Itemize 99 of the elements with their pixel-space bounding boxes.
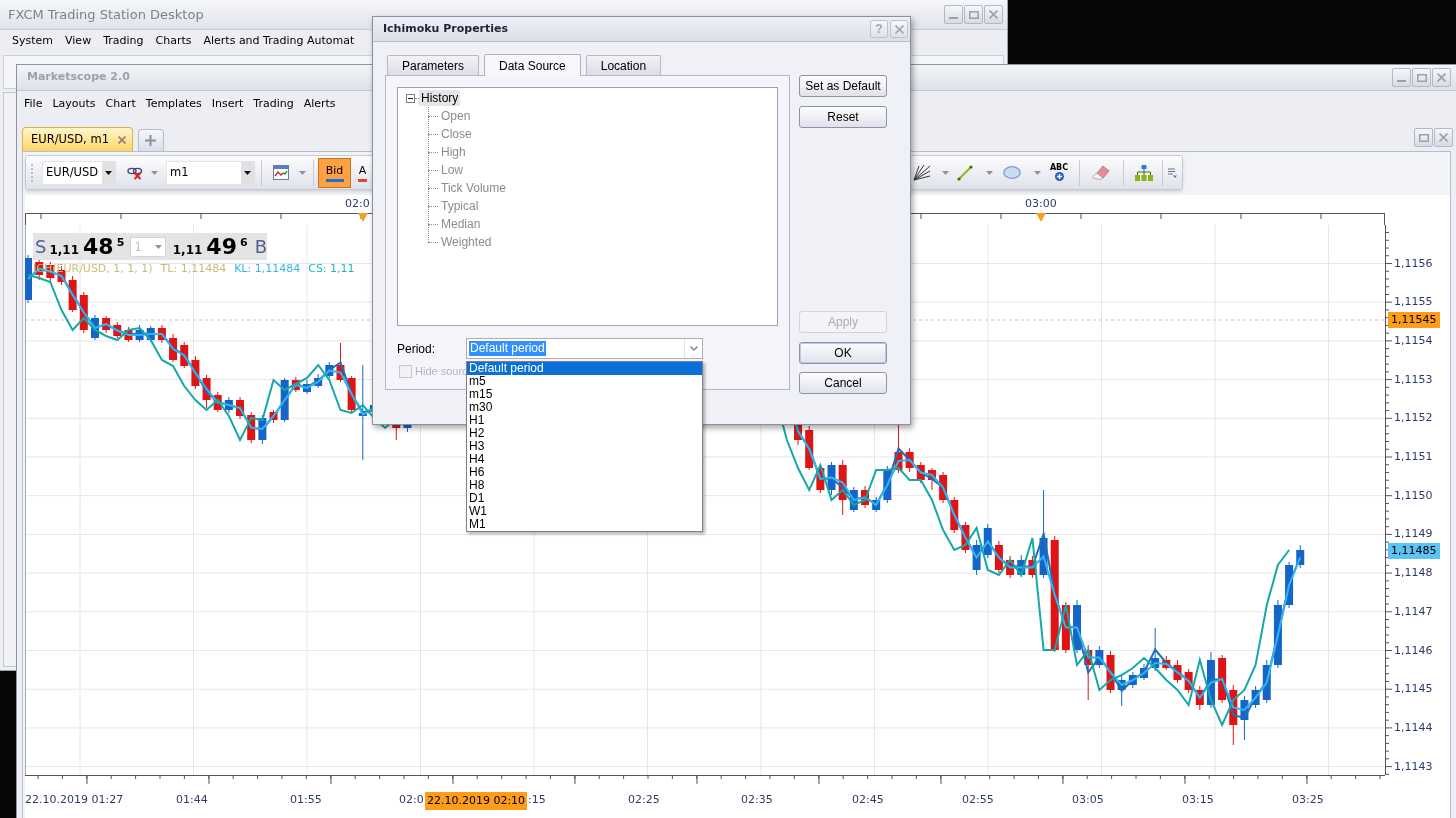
- time-label: 22.10.2019 01:27: [25, 793, 124, 807]
- caret-icon: [986, 170, 993, 175]
- minimize-button[interactable]: [944, 5, 963, 24]
- price-toggle-button[interactable]: Bid: [318, 157, 351, 188]
- price-label: 1,1145: [1394, 682, 1433, 697]
- minimize-icon: [949, 17, 958, 19]
- window-title: Marketscope 2.0: [27, 69, 130, 86]
- time-label: 02:25: [628, 793, 660, 807]
- add-tab-button[interactable]: [137, 129, 164, 151]
- close-button[interactable]: [984, 5, 1003, 24]
- price-tag: 1,11485: [1388, 543, 1440, 559]
- caret-icon: [244, 170, 251, 175]
- price-label: 1,1151: [1394, 450, 1433, 464]
- time-label: 02:35: [741, 793, 773, 807]
- timeframe-dropdown[interactable]: m1: [166, 160, 255, 185]
- close-icon: [894, 24, 904, 34]
- close-icon: [1437, 73, 1446, 82]
- tree-item[interactable]: History: [419, 90, 461, 106]
- time-label: 01:44: [176, 793, 208, 807]
- menu-item[interactable]: Layouts: [52, 95, 96, 113]
- price-label: 1,1155: [1394, 295, 1433, 310]
- caret-icon: [151, 170, 158, 175]
- price-label: 1,1156: [1394, 256, 1433, 271]
- dialog-tab[interactable]: Parameters: [387, 55, 480, 75]
- time-label: 02:45: [852, 793, 884, 807]
- maximize-icon: [1418, 133, 1429, 142]
- time-label: 02:55: [962, 793, 994, 807]
- time-label: :15: [528, 793, 546, 807]
- dialog-button[interactable]: Set as Default: [799, 75, 887, 97]
- chain-icon: [127, 165, 143, 180]
- time-label: 03:00: [1025, 197, 1057, 211]
- time-label: 01:55: [290, 793, 322, 807]
- price-label: 1,1154: [1394, 333, 1433, 348]
- menu-item[interactable]: Alerts and Trading Automat: [203, 32, 355, 50]
- eraser-icon: [1092, 165, 1110, 180]
- price-label: 1,1147: [1394, 604, 1433, 619]
- time-label: 03:15: [1182, 793, 1214, 807]
- symbol-dropdown[interactable]: EUR/USD: [42, 160, 116, 185]
- maximize-button[interactable]: [1414, 128, 1433, 147]
- hierarchy-icon: [1135, 164, 1153, 181]
- price-label: 1,1148: [1394, 566, 1433, 581]
- chart-tab[interactable]: EUR/USD, m1: [22, 127, 133, 151]
- text-tool-button[interactable]: ABC: [1047, 159, 1071, 186]
- menu-item[interactable]: Trading: [103, 32, 144, 50]
- maximize-icon: [968, 10, 979, 19]
- close-button[interactable]: [890, 20, 908, 38]
- menu-item[interactable]: System: [12, 32, 54, 50]
- minimize-button[interactable]: [1392, 68, 1411, 87]
- dialog-title: Ichimoku Properties: [383, 20, 509, 37]
- ellipse-icon: [1003, 166, 1021, 179]
- caret-icon: [942, 170, 949, 175]
- menu-item[interactable]: Templates: [145, 95, 202, 113]
- time-marker-icon: [358, 213, 368, 222]
- add-icon: [1054, 172, 1064, 181]
- price-label: 1,1146: [1394, 643, 1433, 658]
- price-label: 1,1152: [1394, 411, 1433, 426]
- price-label: 1,1143: [1394, 759, 1433, 774]
- menu-item[interactable]: Insert: [211, 95, 244, 113]
- menu-item[interactable]: Alerts: [303, 95, 336, 113]
- close-icon: [1439, 133, 1448, 142]
- price-label: 1,1144: [1394, 720, 1433, 735]
- caret-icon: [1034, 170, 1041, 175]
- price-tag: 1,11545: [1388, 312, 1440, 328]
- menu-item[interactable]: Charts: [155, 32, 192, 50]
- time-label: 03:25: [1292, 793, 1324, 807]
- dialog-button[interactable]: Reset: [799, 106, 887, 128]
- price-label: 1,1150: [1394, 488, 1433, 503]
- fan-lines-icon: [913, 164, 931, 181]
- menu-item[interactable]: File: [24, 95, 43, 113]
- time-label: 03:05: [1072, 793, 1104, 807]
- line-chart-icon: [273, 165, 289, 180]
- price-toggle-button[interactable]: A: [356, 157, 369, 188]
- minimize-icon: [1397, 80, 1406, 82]
- close-button[interactable]: [1432, 68, 1451, 87]
- menu-item[interactable]: Chart: [105, 95, 136, 113]
- caret-icon: [299, 170, 306, 175]
- maximize-button[interactable]: [1412, 68, 1431, 87]
- dialog-tab[interactable]: Location: [585, 55, 662, 75]
- line-tool-icon: [957, 164, 973, 181]
- close-icon: [989, 10, 998, 19]
- plus-icon: [145, 135, 157, 146]
- menu-item[interactable]: Trading: [253, 95, 294, 113]
- time-label: 02:0: [399, 793, 424, 807]
- close-button[interactable]: [1434, 128, 1453, 147]
- grip-icon: [30, 163, 34, 182]
- dialog-tab[interactable]: Data Source: [484, 54, 581, 76]
- collapse-icon[interactable]: [406, 93, 415, 103]
- maximize-icon: [1416, 73, 1427, 82]
- time-marker-icon: [1036, 213, 1046, 222]
- overflow-icon: [1167, 167, 1177, 178]
- price-label: 1,1153: [1394, 372, 1433, 387]
- price-label: 1,1149: [1394, 527, 1433, 542]
- caret-icon: [105, 170, 112, 175]
- cursor-time-tag: 22.10.2019 02:10: [425, 792, 527, 810]
- menu-item[interactable]: View: [65, 32, 92, 50]
- window-title: FXCM Trading Station Desktop: [8, 6, 204, 23]
- maximize-button[interactable]: [964, 5, 983, 24]
- time-label: 02:0: [345, 197, 370, 211]
- close-icon: [117, 135, 126, 144]
